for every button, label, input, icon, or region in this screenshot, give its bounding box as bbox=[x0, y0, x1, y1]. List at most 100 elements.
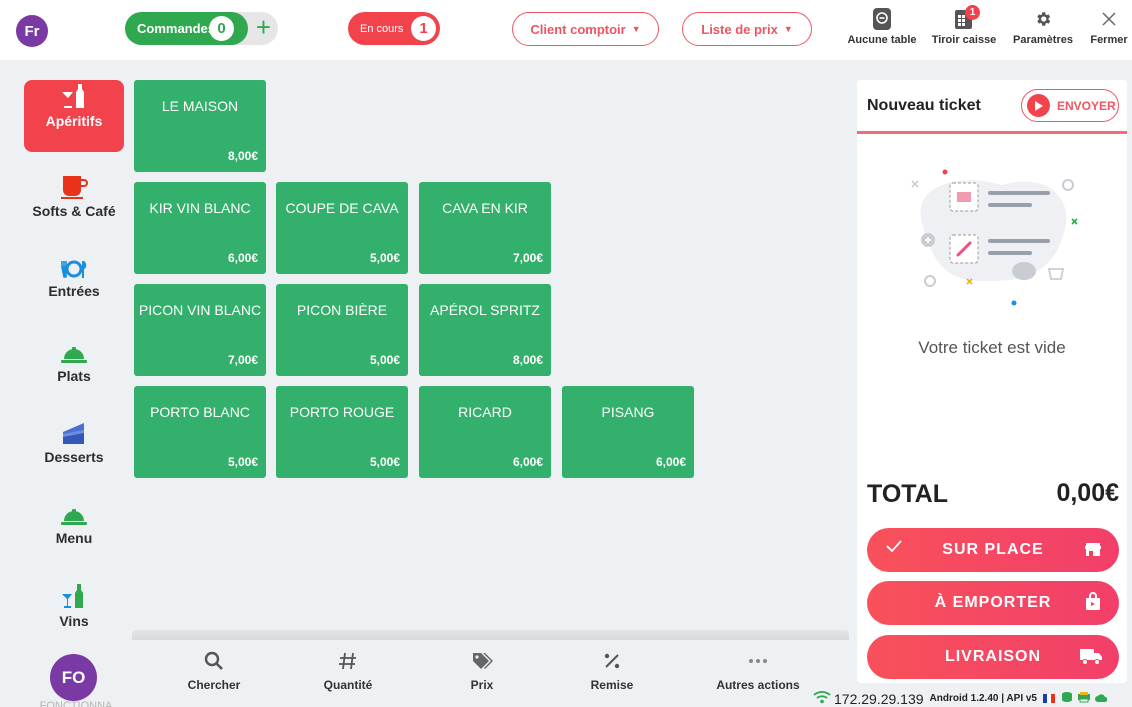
cash-drawer-badge: 1 bbox=[965, 5, 980, 20]
category-vins[interactable]: Vins bbox=[24, 580, 124, 629]
product-price: 5,00€ bbox=[227, 455, 258, 469]
search-icon bbox=[154, 648, 274, 674]
operator-avatar[interactable]: FO bbox=[50, 654, 97, 701]
wifi-icon bbox=[813, 690, 831, 707]
cloche-icon bbox=[24, 335, 124, 365]
product-tile[interactable]: LE MAISON 8,00€ bbox=[134, 80, 266, 172]
settings-label: Paramètres bbox=[1013, 34, 1073, 46]
check-icon bbox=[885, 538, 903, 559]
quantity-label: Quantité bbox=[323, 678, 373, 692]
product-name: PORTO ROUGE bbox=[289, 404, 395, 420]
product-tile[interactable]: COUPE DE CAVA 5,00€ bbox=[276, 182, 408, 274]
cash-drawer-label: Tiroir caisse bbox=[931, 34, 997, 46]
product-name: COUPE DE CAVA bbox=[285, 200, 399, 216]
price-button[interactable]: Prix bbox=[422, 648, 542, 692]
wine-bottle-icon bbox=[24, 580, 124, 610]
close-icon bbox=[1086, 4, 1132, 34]
product-price: 7,00€ bbox=[512, 251, 543, 265]
chevron-down-icon: ▼ bbox=[783, 24, 793, 34]
close-label: Fermer bbox=[1090, 34, 1128, 46]
dine-in-button[interactable]: SUR PLACE bbox=[867, 528, 1119, 572]
product-name: PORTO BLANC bbox=[150, 404, 250, 420]
hash-icon bbox=[288, 648, 408, 674]
client-dropdown-label: Client comptoir bbox=[530, 21, 626, 37]
takeaway-button[interactable]: À EMPORTER bbox=[867, 581, 1119, 625]
operator-initials: FO bbox=[61, 667, 86, 687]
dine-in-label: SUR PLACE bbox=[942, 541, 1044, 558]
product-tile[interactable]: CAVA EN KIR 7,00€ bbox=[419, 182, 551, 274]
empty-ticket-illustration bbox=[902, 163, 1092, 313]
product-price: 7,00€ bbox=[227, 353, 258, 367]
product-name: KIR VIN BLANC bbox=[149, 200, 251, 216]
close-button[interactable]: Fermer bbox=[1086, 4, 1132, 56]
product-price: 5,00€ bbox=[369, 251, 400, 265]
no-table-button[interactable]: Aucune table bbox=[846, 4, 918, 56]
category-label: Softs & Café bbox=[32, 203, 116, 219]
product-price: 6,00€ bbox=[227, 251, 258, 265]
client-dropdown[interactable]: Client comptoir ▼ bbox=[512, 12, 659, 46]
product-price: 8,00€ bbox=[512, 353, 543, 367]
plate-cutlery-icon bbox=[24, 250, 124, 280]
category-desserts[interactable]: Desserts bbox=[24, 416, 124, 465]
product-tile[interactable]: PORTO ROUGE 5,00€ bbox=[276, 386, 408, 478]
search-button[interactable]: Chercher bbox=[154, 648, 274, 692]
in-progress-label: En cours bbox=[360, 22, 404, 35]
product-tile[interactable]: KIR VIN BLANC 6,00€ bbox=[134, 182, 266, 274]
category-label: Plats bbox=[57, 368, 91, 384]
delivery-button[interactable]: LIVRAISON bbox=[867, 635, 1119, 679]
category-aperitifs[interactable]: Apéritifs bbox=[24, 80, 124, 152]
ticket-title: Nouveau ticket bbox=[867, 97, 981, 114]
ticket-header: Nouveau ticket ENVOYER bbox=[857, 80, 1127, 134]
delivery-label: LIVRAISON bbox=[944, 648, 1042, 665]
flag-france-icon bbox=[1043, 694, 1055, 703]
printer-icon bbox=[1077, 691, 1091, 706]
in-progress-pill[interactable]: En cours 1 bbox=[348, 12, 440, 45]
user-initials: Fr bbox=[24, 22, 40, 40]
product-name: PICON BIÈRE bbox=[296, 302, 388, 318]
shopping-bag-icon bbox=[1083, 592, 1103, 617]
gear-icon bbox=[1008, 4, 1078, 34]
cake-icon bbox=[24, 416, 124, 446]
product-tile[interactable]: APÉROL SPRITZ 8,00€ bbox=[419, 284, 551, 376]
category-plats[interactable]: Plats bbox=[24, 335, 124, 384]
add-order-button[interactable]: + bbox=[249, 12, 278, 45]
category-label: Entrées bbox=[48, 283, 100, 299]
more-icon bbox=[698, 648, 818, 674]
settings-button[interactable]: Paramètres bbox=[1008, 4, 1078, 56]
product-tile[interactable]: PISANG 6,00€ bbox=[562, 386, 694, 478]
cloud-icon bbox=[1095, 692, 1108, 706]
send-button[interactable]: ENVOYER bbox=[1021, 89, 1119, 122]
no-table-label: Aucune table bbox=[847, 34, 917, 46]
empty-ticket-text: Votre ticket est vide bbox=[918, 338, 1066, 357]
cash-drawer-button[interactable]: 1 Tiroir caisse bbox=[928, 4, 1000, 56]
product-price: 5,00€ bbox=[369, 455, 400, 469]
category-softs-cafe[interactable]: Softs & Café bbox=[24, 170, 124, 219]
product-tile[interactable]: RICARD 6,00€ bbox=[419, 386, 551, 478]
category-entrees[interactable]: Entrées bbox=[24, 250, 124, 299]
orders-count: 0 bbox=[209, 16, 234, 41]
takeaway-label: À EMPORTER bbox=[934, 594, 1052, 611]
category-label: Menu bbox=[55, 530, 93, 546]
product-tile[interactable]: PORTO BLANC 5,00€ bbox=[134, 386, 266, 478]
discount-button[interactable]: Remise bbox=[552, 648, 672, 692]
quantity-button[interactable]: Quantité bbox=[288, 648, 408, 692]
category-menu[interactable]: Menu bbox=[24, 497, 124, 546]
more-actions-label: Autres actions bbox=[716, 678, 800, 692]
product-price: 6,00€ bbox=[512, 455, 543, 469]
product-price: 6,00€ bbox=[655, 455, 686, 469]
status-bar: 172.29.29.139 Android 1.2.40 | API v5 bbox=[813, 690, 1132, 707]
discount-label: Remise bbox=[590, 678, 634, 692]
version-info: Android 1.2.40 | API v5 bbox=[929, 693, 1037, 704]
table-icon bbox=[846, 4, 918, 34]
more-actions-button[interactable]: Autres actions bbox=[698, 648, 818, 692]
product-tile[interactable]: PICON VIN BLANC 7,00€ bbox=[134, 284, 266, 376]
ticket-panel: Nouveau ticket ENVOYER Votre ticket est … bbox=[857, 80, 1127, 683]
top-bar: Fr Commandes 0 + En cours 1 Client compt… bbox=[0, 0, 1132, 60]
user-avatar[interactable]: Fr bbox=[16, 15, 48, 47]
orders-pill[interactable]: Commandes 0 + bbox=[125, 12, 278, 45]
coffee-cup-icon bbox=[24, 170, 124, 200]
category-label: Apéritifs bbox=[45, 113, 103, 129]
price-list-dropdown[interactable]: Liste de prix ▼ bbox=[682, 12, 812, 46]
product-tile[interactable]: PICON BIÈRE 5,00€ bbox=[276, 284, 408, 376]
product-name: PICON VIN BLANC bbox=[138, 302, 262, 318]
